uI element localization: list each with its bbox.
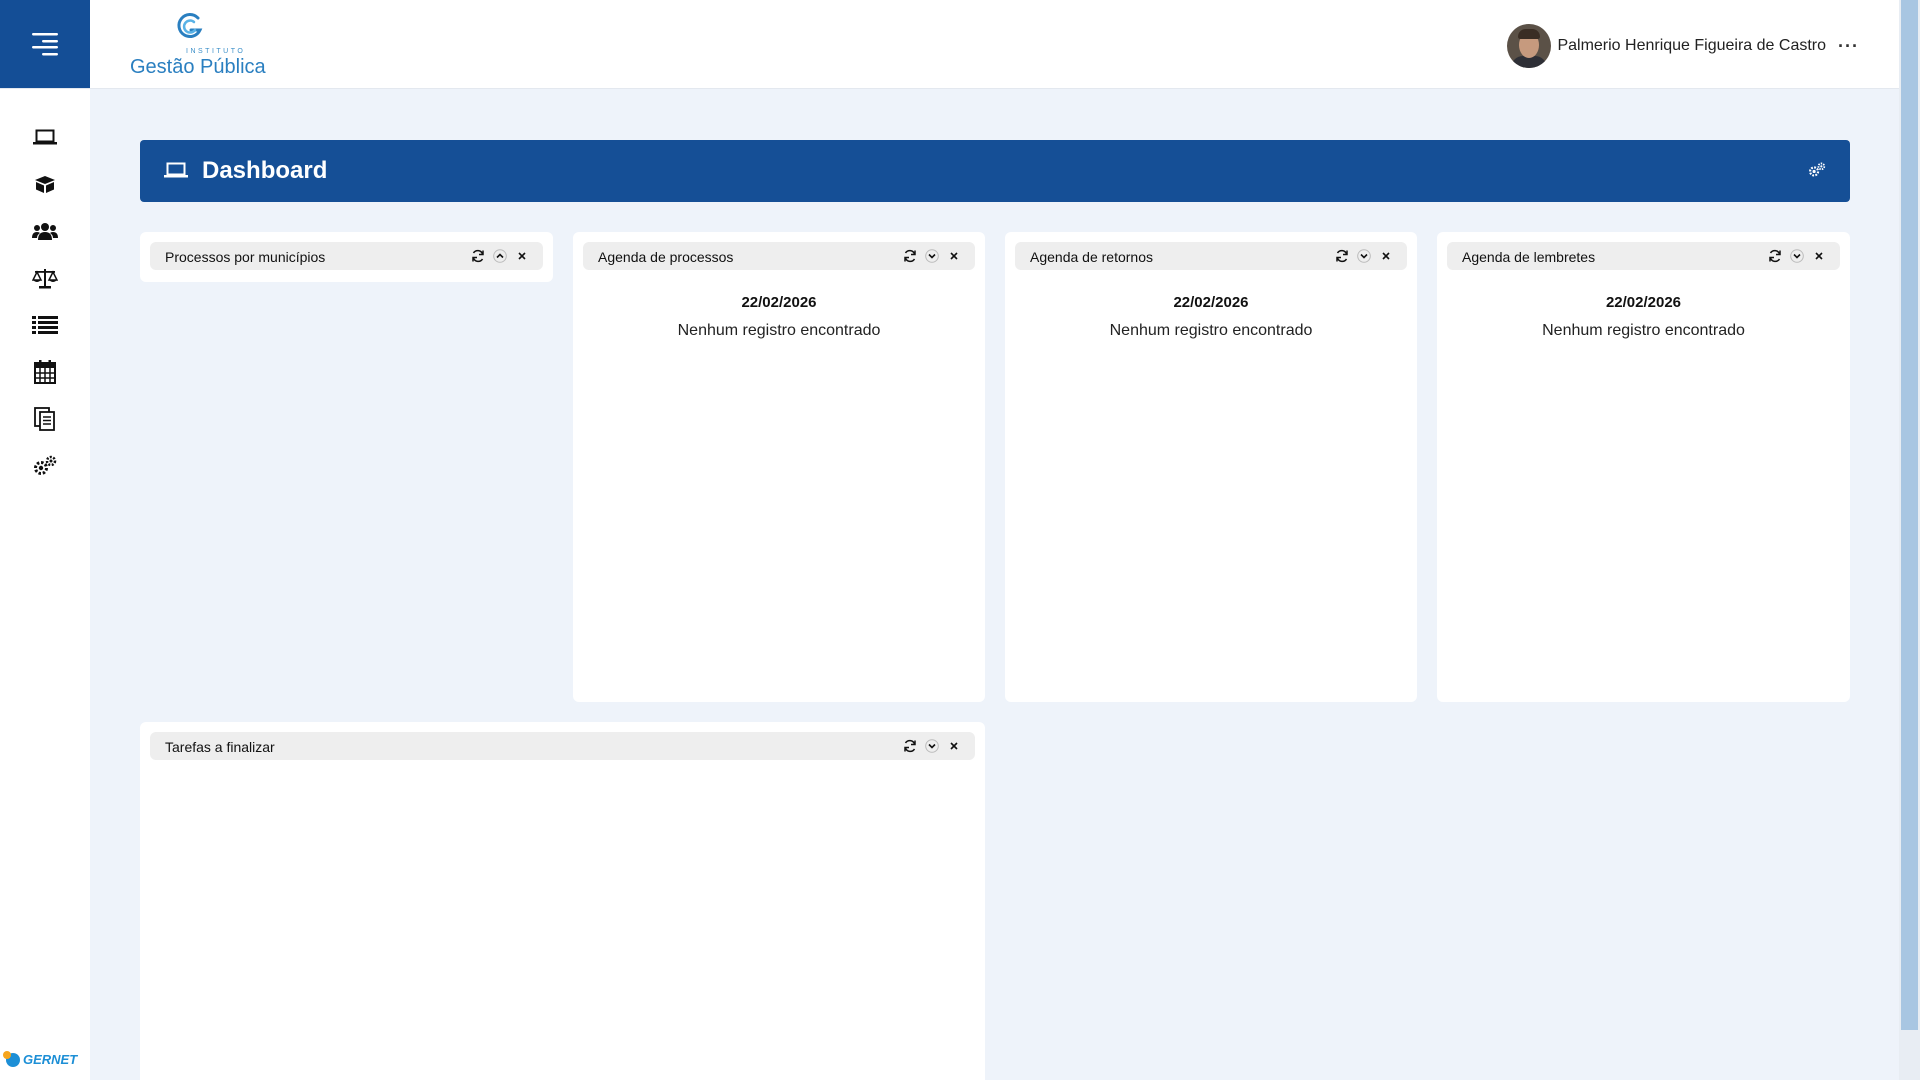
close-button[interactable]	[1810, 247, 1828, 265]
widget-title: Tarefas a finalizar	[165, 739, 275, 755]
sidebar-item-users[interactable]	[0, 207, 90, 254]
widget-tarefas-finalizar: Tarefas a finalizar	[140, 722, 985, 1080]
users-icon	[32, 222, 58, 240]
more-options-icon[interactable]: ···	[1838, 36, 1859, 57]
page-header: Dashboard	[140, 140, 1850, 202]
refresh-button[interactable]	[901, 737, 919, 755]
scrollbar[interactable]	[1899, 0, 1920, 1080]
refresh-icon	[1769, 249, 1781, 263]
sidebar-item-settings[interactable]	[0, 442, 90, 489]
avatar[interactable]	[1507, 24, 1552, 68]
logo-subtitle: INSTITUTO	[186, 48, 246, 55]
refresh-icon	[472, 249, 484, 263]
gears-icon	[34, 455, 57, 475]
sidebar	[0, 89, 90, 519]
logo-mark-icon	[177, 13, 203, 38]
brand-globe-icon	[3, 1050, 20, 1067]
widget-agenda-processos: Agenda de processos 22/02/2026 Nenhum re…	[573, 232, 985, 702]
widget-agenda-lembretes: Agenda de lembretes 22/02/2026 Nenhum re…	[1437, 232, 1850, 702]
close-button[interactable]	[945, 247, 963, 265]
empty-message: Nenhum registro encontrado	[1542, 322, 1745, 339]
chevron-down-icon	[1357, 249, 1371, 263]
chevron-down-icon	[925, 249, 939, 263]
documents-icon	[34, 406, 55, 431]
widget-date: 22/02/2026	[741, 294, 817, 311]
footer-brand: GERNET	[3, 1050, 78, 1067]
sidebar-item-dashboard[interactable]	[0, 113, 90, 160]
expand-button[interactable]	[1788, 247, 1806, 265]
sidebar-item-list[interactable]	[0, 301, 90, 348]
sidebar-item-box[interactable]	[0, 160, 90, 207]
sidebar-item-documents[interactable]	[0, 395, 90, 442]
menu-icon	[32, 33, 58, 56]
close-button[interactable]	[513, 247, 531, 265]
widget-title: Agenda de lembretes	[1462, 249, 1596, 265]
close-button[interactable]	[945, 737, 963, 755]
close-icon	[518, 252, 526, 260]
sidebar-footer-area	[0, 519, 90, 1080]
chevron-up-icon	[493, 249, 507, 263]
collapse-button[interactable]	[491, 247, 509, 265]
widget-header: Agenda de lembretes	[1447, 242, 1840, 270]
chevron-down-icon	[925, 739, 939, 753]
user-name[interactable]: Palmerio Henrique Figueira de Castro	[1557, 37, 1826, 55]
chevron-down-icon	[1790, 249, 1804, 263]
widget-header: Tarefas a finalizar	[150, 732, 975, 760]
close-icon	[950, 252, 958, 260]
refresh-button[interactable]	[1766, 247, 1784, 265]
expand-button[interactable]	[1355, 247, 1373, 265]
refresh-icon	[904, 739, 916, 753]
close-icon	[950, 742, 958, 750]
page-title: Dashboard	[202, 157, 328, 184]
user-menu[interactable]: Palmerio Henrique Figueira de Castro ···	[1507, 24, 1859, 68]
widget-title: Agenda de retornos	[1030, 249, 1153, 265]
refresh-icon	[1336, 249, 1348, 263]
list-icon	[32, 315, 58, 334]
close-icon	[1815, 252, 1823, 260]
expand-button[interactable]	[923, 737, 941, 755]
scrollbar-thumb[interactable]	[1901, 0, 1918, 1030]
expand-button[interactable]	[923, 247, 941, 265]
close-icon	[1382, 252, 1390, 260]
widget-header: Agenda de processos	[583, 242, 975, 270]
laptop-icon	[33, 129, 57, 144]
widget-title: Agenda de processos	[598, 249, 734, 265]
box-icon	[35, 175, 55, 193]
refresh-button[interactable]	[901, 247, 919, 265]
refresh-button[interactable]	[469, 247, 487, 265]
empty-message: Nenhum registro encontrado	[1109, 322, 1313, 339]
gears-icon[interactable]	[1808, 162, 1826, 178]
widget-agenda-retornos: Agenda de retornos 22/02/2026 Nenhum reg…	[1005, 232, 1417, 702]
widget-title: Processos por municípios	[165, 249, 326, 265]
widget-header: Processos por municípios	[150, 242, 543, 270]
widget-header: Agenda de retornos	[1015, 242, 1407, 270]
footer-brand-text: GERNET	[23, 1052, 78, 1067]
widget-date: 22/02/2026	[1605, 294, 1682, 311]
refresh-icon	[904, 249, 916, 263]
sidebar-item-calendar[interactable]	[0, 348, 90, 395]
logo[interactable]: INSTITUTO Gestão Pública	[128, 8, 278, 80]
calendar-icon	[34, 359, 56, 384]
widget-processos-municipios: Processos por municípios	[140, 232, 553, 282]
empty-message: Nenhum registro encontrado	[677, 322, 881, 339]
close-button[interactable]	[1377, 247, 1395, 265]
laptop-icon	[164, 162, 188, 178]
top-bar: INSTITUTO Gestão Pública Palmerio Henriq…	[0, 0, 1899, 89]
scale-icon	[32, 268, 58, 288]
widget-date: 22/02/2026	[1173, 294, 1249, 311]
logo-text: Gestão Pública	[130, 56, 266, 78]
menu-toggle-button[interactable]	[0, 0, 90, 88]
sidebar-item-legal[interactable]	[0, 254, 90, 301]
refresh-button[interactable]	[1333, 247, 1351, 265]
